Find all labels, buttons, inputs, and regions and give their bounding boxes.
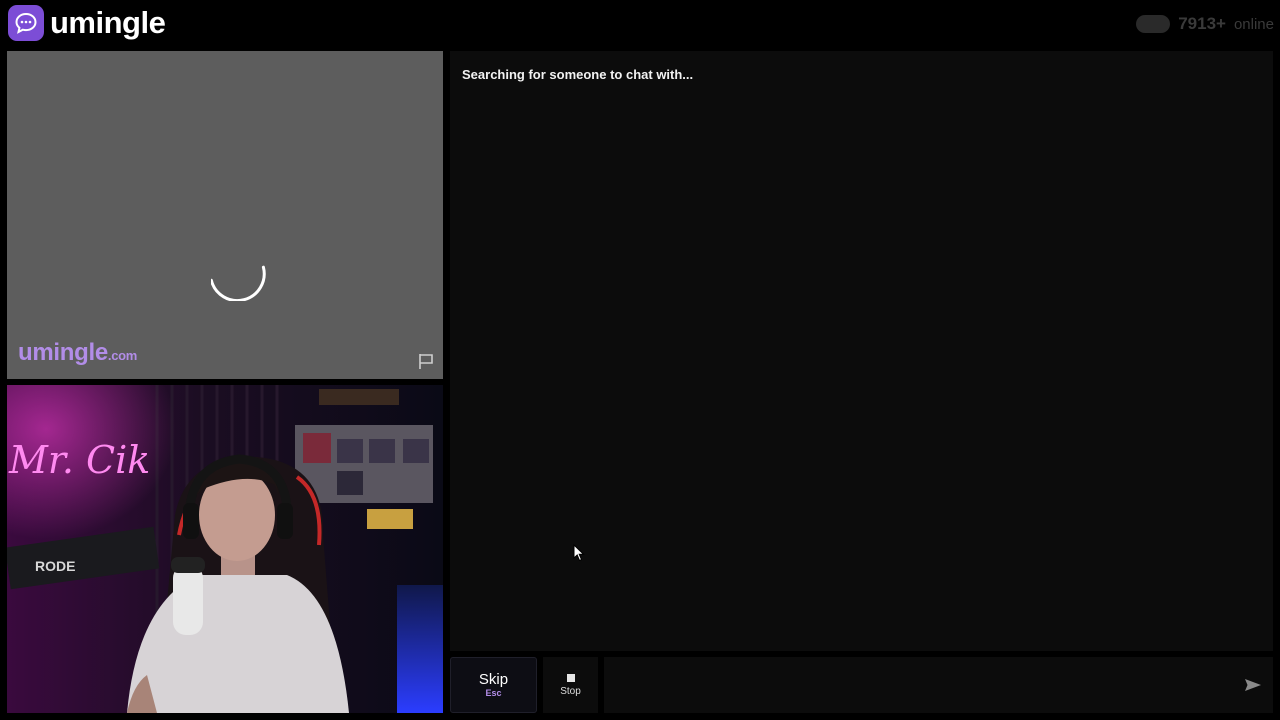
header: umingle 7913+ online — [0, 0, 1280, 50]
skip-button[interactable]: Skip Esc — [450, 657, 537, 713]
online-count: 7913+ — [1178, 14, 1226, 33]
chat-log: Searching for someone to chat with... — [450, 51, 1273, 651]
mouse-cursor-icon — [573, 544, 585, 562]
flag-icon[interactable] — [417, 352, 435, 370]
logo-text: umingle — [50, 5, 166, 40]
send-icon[interactable] — [1243, 675, 1263, 695]
online-label: online — [1233, 15, 1274, 33]
message-input[interactable] — [604, 657, 1224, 713]
message-box — [604, 657, 1273, 713]
chat-status-text: Searching for someone to chat with... — [462, 67, 694, 82]
svg-text:RODE: RODE — [35, 558, 75, 574]
chat-bubble-icon — [8, 5, 44, 41]
skip-shortcut: Esc — [485, 688, 502, 698]
stop-label: Stop — [560, 685, 581, 697]
loading-spinner-icon — [211, 265, 266, 301]
logo[interactable]: umingle — [8, 5, 166, 41]
skip-label: Skip — [478, 671, 509, 688]
video-watermark: umingle.com — [18, 339, 137, 367]
webcam-image: Mr. Cik RODE — [7, 385, 443, 713]
self-video: Mr. Cik RODE — [7, 385, 443, 713]
online-toggle[interactable] — [1136, 15, 1171, 33]
stranger-video: umingle.com — [7, 51, 443, 379]
online-indicator: 7913+ online — [1136, 14, 1274, 34]
stop-icon — [566, 673, 575, 682]
watermark-name: umingle — [18, 339, 108, 366]
stop-button[interactable]: Stop — [543, 657, 598, 713]
svg-text:Mr. Cik: Mr. Cik — [8, 438, 150, 482]
watermark-tld: .com — [107, 348, 138, 363]
